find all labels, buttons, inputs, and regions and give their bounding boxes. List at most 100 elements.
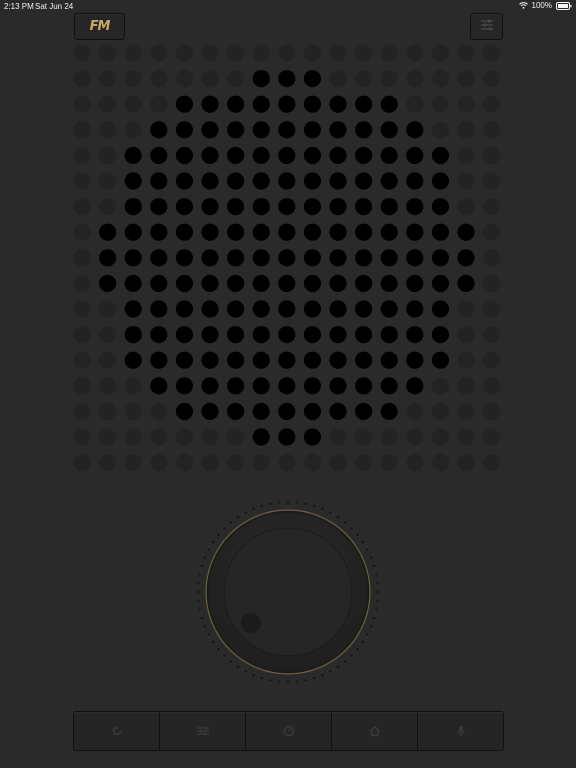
grille-dot bbox=[457, 172, 475, 190]
equalizer-button[interactable] bbox=[160, 712, 246, 750]
grille-dot bbox=[175, 95, 193, 113]
grille-dot bbox=[483, 223, 501, 241]
grille-dot bbox=[303, 172, 321, 190]
grille-dot bbox=[227, 274, 245, 292]
grille-dot bbox=[457, 326, 475, 344]
timer-button[interactable] bbox=[246, 712, 332, 750]
dial-tick bbox=[373, 617, 376, 620]
grille-dot bbox=[380, 249, 398, 267]
refresh-button[interactable] bbox=[74, 712, 160, 750]
grille-dot bbox=[457, 454, 475, 472]
grille-dot bbox=[124, 300, 142, 318]
grille-dot bbox=[457, 146, 475, 164]
dial-tick bbox=[321, 507, 324, 510]
grille-dot bbox=[457, 402, 475, 420]
grille-dot bbox=[483, 172, 501, 190]
grille-dot bbox=[150, 198, 168, 216]
dial-tick bbox=[212, 641, 215, 644]
fm-logo: FM bbox=[89, 19, 111, 34]
grille-dot bbox=[483, 428, 501, 446]
grille-dot bbox=[99, 198, 117, 216]
grille-dot bbox=[175, 223, 193, 241]
grille-dot bbox=[406, 249, 424, 267]
dial-tick bbox=[337, 665, 340, 668]
grille-dot bbox=[457, 121, 475, 139]
grille-dot bbox=[457, 198, 475, 216]
dial-tick bbox=[229, 521, 232, 524]
grille-dot bbox=[252, 44, 270, 62]
grille-dot bbox=[73, 95, 91, 113]
logo-button[interactable]: FM bbox=[74, 13, 125, 40]
grille-dot bbox=[483, 402, 501, 420]
grille-dot bbox=[252, 428, 270, 446]
grille-dot bbox=[227, 402, 245, 420]
grille-dot bbox=[355, 351, 373, 369]
grille-dot bbox=[355, 223, 373, 241]
grille-dot bbox=[150, 121, 168, 139]
grille-dot bbox=[99, 377, 117, 395]
grille-dot bbox=[201, 428, 219, 446]
grille-dot bbox=[175, 428, 193, 446]
dial-tick bbox=[200, 617, 203, 620]
grille-dot bbox=[329, 274, 347, 292]
dial-tick bbox=[197, 591, 199, 593]
grille-dot bbox=[278, 70, 296, 88]
grille-dot bbox=[380, 454, 398, 472]
grille-dot bbox=[175, 249, 193, 267]
grille-dot bbox=[303, 351, 321, 369]
dial-tick bbox=[350, 654, 353, 657]
home-button[interactable] bbox=[332, 712, 418, 750]
tuning-dial[interactable] bbox=[196, 500, 380, 684]
grille-dot bbox=[99, 146, 117, 164]
grille-dot bbox=[483, 70, 501, 88]
grille-dot bbox=[73, 428, 91, 446]
grille-dot bbox=[227, 351, 245, 369]
grille-dot bbox=[252, 300, 270, 318]
battery-percent: 100% bbox=[531, 1, 552, 10]
grille-dot bbox=[355, 70, 373, 88]
grille-dot bbox=[278, 428, 296, 446]
grille-dot bbox=[252, 377, 270, 395]
grille-dot bbox=[150, 351, 168, 369]
microphone-button[interactable] bbox=[418, 712, 503, 750]
dial-tick bbox=[269, 502, 272, 505]
dial-tick bbox=[229, 660, 232, 663]
grille-dot bbox=[380, 402, 398, 420]
grille-dot bbox=[124, 402, 142, 420]
grille-dot bbox=[73, 326, 91, 344]
settings-button[interactable] bbox=[470, 13, 503, 40]
grille-dot bbox=[124, 70, 142, 88]
grille-dot bbox=[201, 402, 219, 420]
grille-dot bbox=[303, 223, 321, 241]
grille-dot bbox=[431, 70, 449, 88]
grille-dot bbox=[380, 351, 398, 369]
dial-tick bbox=[198, 573, 201, 576]
grille-dot bbox=[483, 198, 501, 216]
equalizer-icon bbox=[196, 725, 210, 737]
grille-dot bbox=[406, 172, 424, 190]
dial-tick bbox=[217, 533, 220, 536]
grille-dot bbox=[355, 172, 373, 190]
dial-tick bbox=[370, 556, 373, 559]
dial-tick bbox=[260, 504, 263, 507]
grille-dot bbox=[483, 146, 501, 164]
grille-dot bbox=[329, 198, 347, 216]
dial-tick bbox=[200, 564, 203, 567]
grille-dot bbox=[124, 274, 142, 292]
grille-dot bbox=[329, 454, 347, 472]
grille-dot bbox=[124, 172, 142, 190]
grille-dot bbox=[124, 454, 142, 472]
microphone-icon bbox=[455, 725, 467, 737]
grille-dot bbox=[99, 351, 117, 369]
dial-tick bbox=[366, 633, 369, 636]
grille-dot bbox=[355, 454, 373, 472]
refresh-icon bbox=[111, 725, 123, 737]
grille-dot bbox=[124, 223, 142, 241]
grille-dot bbox=[355, 326, 373, 344]
grille-dot bbox=[278, 95, 296, 113]
grille-dot bbox=[329, 70, 347, 88]
grille-dot bbox=[175, 274, 193, 292]
grille-dot bbox=[150, 172, 168, 190]
grille-dot bbox=[150, 402, 168, 420]
grille-dot bbox=[278, 121, 296, 139]
